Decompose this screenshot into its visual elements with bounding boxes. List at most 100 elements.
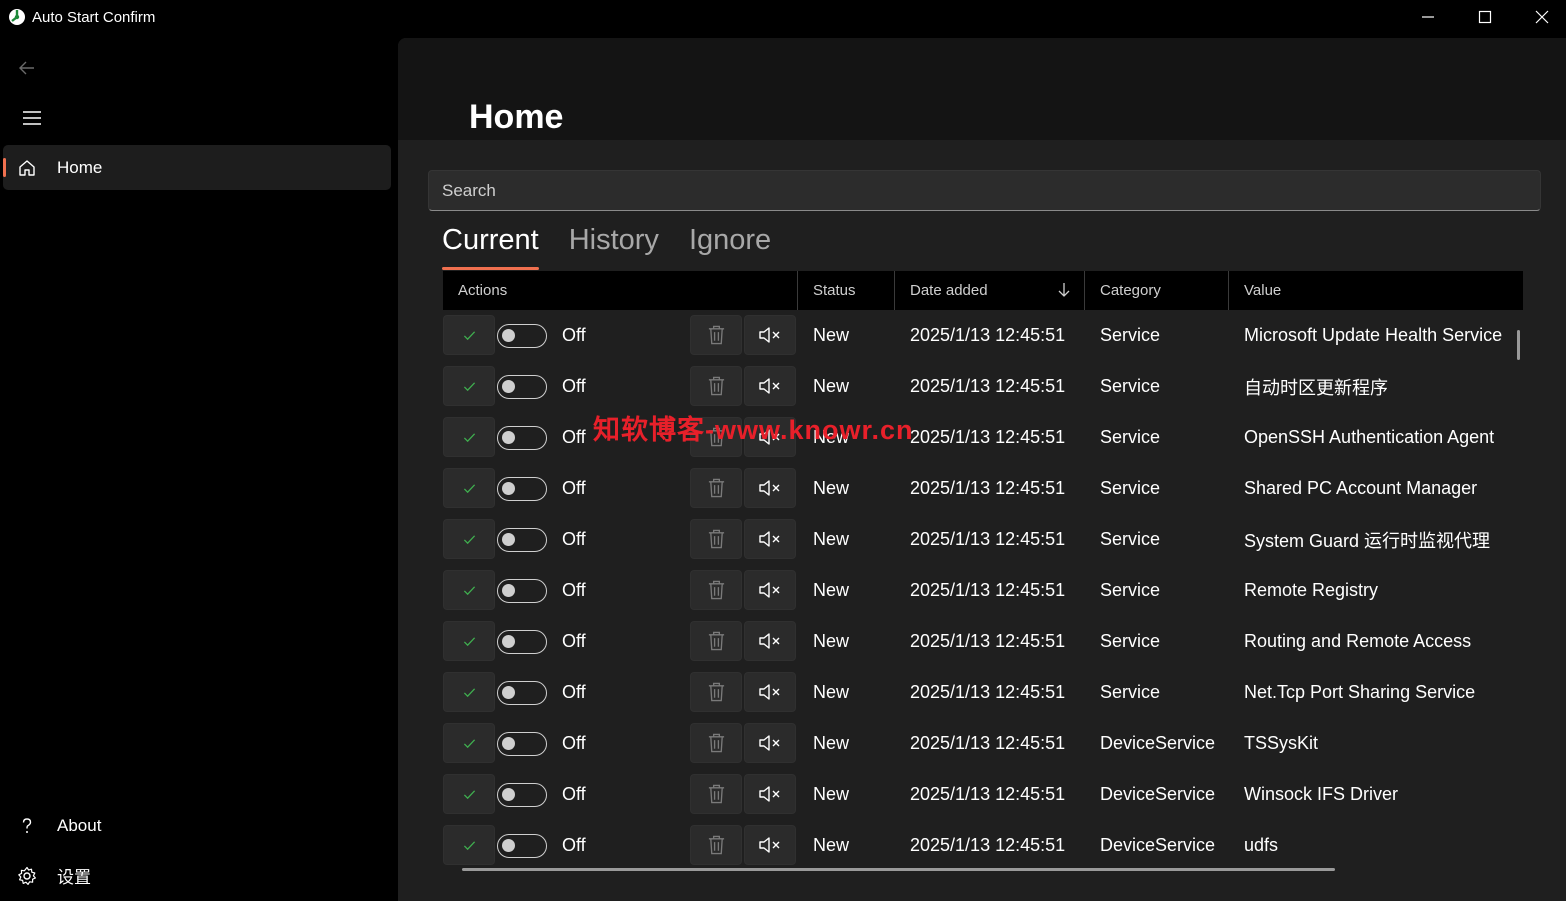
category-cell: Service	[1100, 376, 1161, 396]
delete-button[interactable]	[690, 468, 742, 508]
confirm-button[interactable]	[443, 825, 495, 865]
enable-toggle[interactable]	[497, 426, 547, 450]
maximize-button[interactable]	[1457, 0, 1513, 34]
grid-row[interactable]: Off New 2025/1/13 12:45:51 Service Share…	[443, 463, 1523, 514]
enable-toggle[interactable]	[497, 630, 547, 654]
confirm-button[interactable]	[443, 366, 495, 406]
delete-button[interactable]	[690, 519, 742, 559]
ignore-button[interactable]	[744, 774, 796, 814]
column-header-date-added[interactable]: Date added	[895, 271, 1084, 310]
enable-toggle[interactable]	[497, 477, 547, 501]
app-window: Auto Start Confirm Home About 设置 Home Se…	[0, 0, 1566, 901]
horizontal-scrollbar[interactable]	[462, 868, 1335, 871]
confirm-button[interactable]	[443, 621, 495, 661]
ignore-button[interactable]	[744, 315, 796, 355]
grid-row[interactable]: Off New 2025/1/13 12:45:51 DeviceService…	[443, 820, 1523, 871]
tab-ignore[interactable]: Ignore	[689, 224, 771, 270]
confirm-button[interactable]	[443, 672, 495, 712]
delete-button[interactable]	[690, 366, 742, 406]
ignore-button[interactable]	[744, 621, 796, 661]
confirm-button[interactable]	[443, 519, 495, 559]
ignore-button[interactable]	[744, 366, 796, 406]
trash-icon	[708, 784, 724, 804]
category-cell: Service	[1100, 529, 1161, 549]
enable-toggle[interactable]	[497, 783, 547, 807]
delete-button[interactable]	[690, 672, 742, 712]
search-input[interactable]	[429, 171, 1540, 210]
value-cell: Microsoft Update Health Service	[1244, 325, 1503, 345]
trash-icon	[708, 529, 724, 549]
trash-icon	[708, 682, 724, 702]
confirm-button[interactable]	[443, 570, 495, 610]
tab-history[interactable]: History	[569, 224, 659, 270]
delete-button[interactable]	[690, 570, 742, 610]
back-button[interactable]	[8, 50, 46, 86]
nav-menu-button[interactable]	[12, 100, 52, 136]
toggle-state-label: Off	[562, 478, 586, 498]
grid-row[interactable]: Off New 2025/1/13 12:45:51 DeviceService…	[443, 718, 1523, 769]
trash-icon	[708, 835, 724, 855]
column-header-actions[interactable]: Actions	[443, 271, 797, 310]
delete-button[interactable]	[690, 825, 742, 865]
delete-button[interactable]	[690, 315, 742, 355]
column-header-value[interactable]: Value	[1229, 271, 1523, 310]
column-header-status[interactable]: Status	[798, 271, 894, 310]
confirm-button[interactable]	[443, 774, 495, 814]
grid-row[interactable]: Off New 2025/1/13 12:45:51 Service Remot…	[443, 565, 1523, 616]
grid-row[interactable]: Off New 2025/1/13 12:45:51 Service Micro…	[443, 310, 1523, 361]
minimize-button[interactable]	[1400, 0, 1456, 34]
ignore-button[interactable]	[744, 672, 796, 712]
tab-current[interactable]: Current	[442, 224, 539, 270]
gear-icon	[16, 865, 38, 887]
grid-row[interactable]: Off New 2025/1/13 12:45:51 Service Syste…	[443, 514, 1523, 565]
grid-row[interactable]: Off New 2025/1/13 12:45:51 Service Net.T…	[443, 667, 1523, 718]
ignore-button[interactable]	[744, 468, 796, 508]
delete-button[interactable]	[690, 621, 742, 661]
status-cell: New	[813, 478, 850, 498]
ignore-button[interactable]	[744, 570, 796, 610]
confirm-button[interactable]	[443, 417, 495, 457]
enable-toggle[interactable]	[497, 681, 547, 705]
ignore-button[interactable]	[744, 825, 796, 865]
confirm-button[interactable]	[443, 723, 495, 763]
checkmark-icon	[463, 840, 475, 850]
nav-item-settings[interactable]: 设置	[3, 853, 391, 898]
nav-item-about[interactable]: About	[3, 803, 391, 848]
column-header-category[interactable]: Category	[1085, 271, 1228, 310]
enable-toggle[interactable]	[497, 528, 547, 552]
search-box[interactable]	[428, 170, 1541, 211]
ignore-button[interactable]	[744, 519, 796, 559]
grid-row[interactable]: Off New 2025/1/13 12:45:51 DeviceService…	[443, 769, 1523, 820]
delete-button[interactable]	[690, 723, 742, 763]
window-title: Auto Start Confirm	[32, 9, 156, 26]
ignore-button[interactable]	[744, 723, 796, 763]
checkmark-icon	[463, 483, 475, 493]
tab-bar: Current History Ignore	[442, 224, 801, 270]
enable-toggle[interactable]	[497, 375, 547, 399]
checkmark-icon	[463, 330, 475, 340]
nav-label-settings: 设置	[57, 868, 91, 887]
grid-row[interactable]: Off New 2025/1/13 12:45:51 Service Routi…	[443, 616, 1523, 667]
close-button[interactable]	[1514, 0, 1566, 34]
toggle-knob	[502, 533, 515, 546]
nav-item-home[interactable]: Home	[3, 145, 391, 190]
delete-button[interactable]	[690, 774, 742, 814]
mute-icon	[759, 582, 780, 598]
grid-row[interactable]: Off New 2025/1/13 12:45:51 Service 自动时区更…	[443, 361, 1523, 412]
sort-descending-icon	[1058, 283, 1070, 297]
confirm-button[interactable]	[443, 468, 495, 508]
confirm-button[interactable]	[443, 315, 495, 355]
status-cell: New	[813, 376, 850, 396]
enable-toggle[interactable]	[497, 834, 547, 858]
category-cell: Service	[1100, 325, 1161, 345]
value-cell: Net.Tcp Port Sharing Service	[1244, 682, 1476, 702]
checkmark-icon	[463, 687, 475, 697]
enable-toggle[interactable]	[497, 324, 547, 348]
vertical-scrollbar[interactable]	[1517, 330, 1520, 360]
grid-header: Actions Status Date added Category Value	[443, 271, 1523, 310]
status-cell: New	[813, 733, 850, 753]
trash-icon	[708, 325, 724, 345]
enable-toggle[interactable]	[497, 732, 547, 756]
enable-toggle[interactable]	[497, 579, 547, 603]
checkmark-icon	[463, 585, 475, 595]
